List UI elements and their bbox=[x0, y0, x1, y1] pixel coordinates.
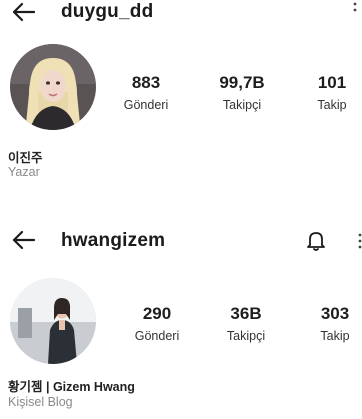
stat-posts[interactable]: 290 Gönderi bbox=[122, 304, 192, 343]
stat-followers[interactable]: 36B Takipçi bbox=[211, 304, 281, 343]
back-button[interactable] bbox=[6, 224, 40, 254]
more-options-button[interactable] bbox=[352, 2, 358, 22]
stat-value: 101 bbox=[317, 73, 347, 92]
stat-label: Gönderi bbox=[123, 98, 169, 112]
profile-username: hwangizem bbox=[61, 230, 166, 251]
stat-posts[interactable]: 883 Gönderi bbox=[111, 73, 181, 112]
notifications-button[interactable] bbox=[303, 227, 329, 253]
bell-icon bbox=[307, 232, 325, 251]
profile-card-duygu: duygu_dd 883 Gönderi 99,7B Takipçi 101 T… bbox=[0, 0, 362, 200]
profile-category: Kişisel Blog bbox=[8, 395, 73, 409]
display-name: 황기젬 | Gizem Hwang bbox=[8, 380, 135, 394]
display-name: 이진주 bbox=[8, 151, 43, 165]
stat-label: Takip bbox=[317, 98, 347, 112]
avatar[interactable] bbox=[10, 44, 96, 130]
more-vertical-icon bbox=[353, 2, 357, 12]
profile-category: Yazar bbox=[8, 165, 40, 179]
stat-followers[interactable]: 99,7B Takipçi bbox=[207, 73, 277, 112]
back-button[interactable] bbox=[6, 0, 40, 30]
more-options-button[interactable] bbox=[358, 232, 362, 250]
stat-value: 99,7B bbox=[219, 73, 265, 92]
stat-value: 290 bbox=[142, 304, 172, 323]
stat-value: 303 bbox=[320, 304, 350, 323]
stat-label: Takipçi bbox=[226, 329, 266, 343]
arrow-left-icon bbox=[12, 2, 36, 22]
stat-label: Takipçi bbox=[222, 98, 262, 112]
arrow-left-icon bbox=[12, 230, 36, 250]
profile-header: hwangizem bbox=[0, 224, 362, 254]
avatar[interactable] bbox=[10, 278, 96, 364]
avatar-photo bbox=[10, 44, 96, 130]
profile-card-hwangizem: hwangizem 290 Gönderi 36B Takipçi 303 Ta… bbox=[0, 222, 362, 419]
stat-label: Takip bbox=[320, 329, 350, 343]
profile-header: duygu_dd bbox=[0, 0, 362, 30]
stat-value: 36B bbox=[230, 304, 262, 323]
stat-following[interactable]: 303 Takip bbox=[300, 304, 362, 343]
more-vertical-icon bbox=[358, 233, 362, 249]
stat-following[interactable]: 101 Takip bbox=[297, 73, 362, 112]
stat-value: 883 bbox=[131, 73, 161, 92]
profile-username: duygu_dd bbox=[61, 1, 154, 22]
stat-label: Gönderi bbox=[134, 329, 180, 343]
avatar-photo bbox=[10, 278, 96, 364]
